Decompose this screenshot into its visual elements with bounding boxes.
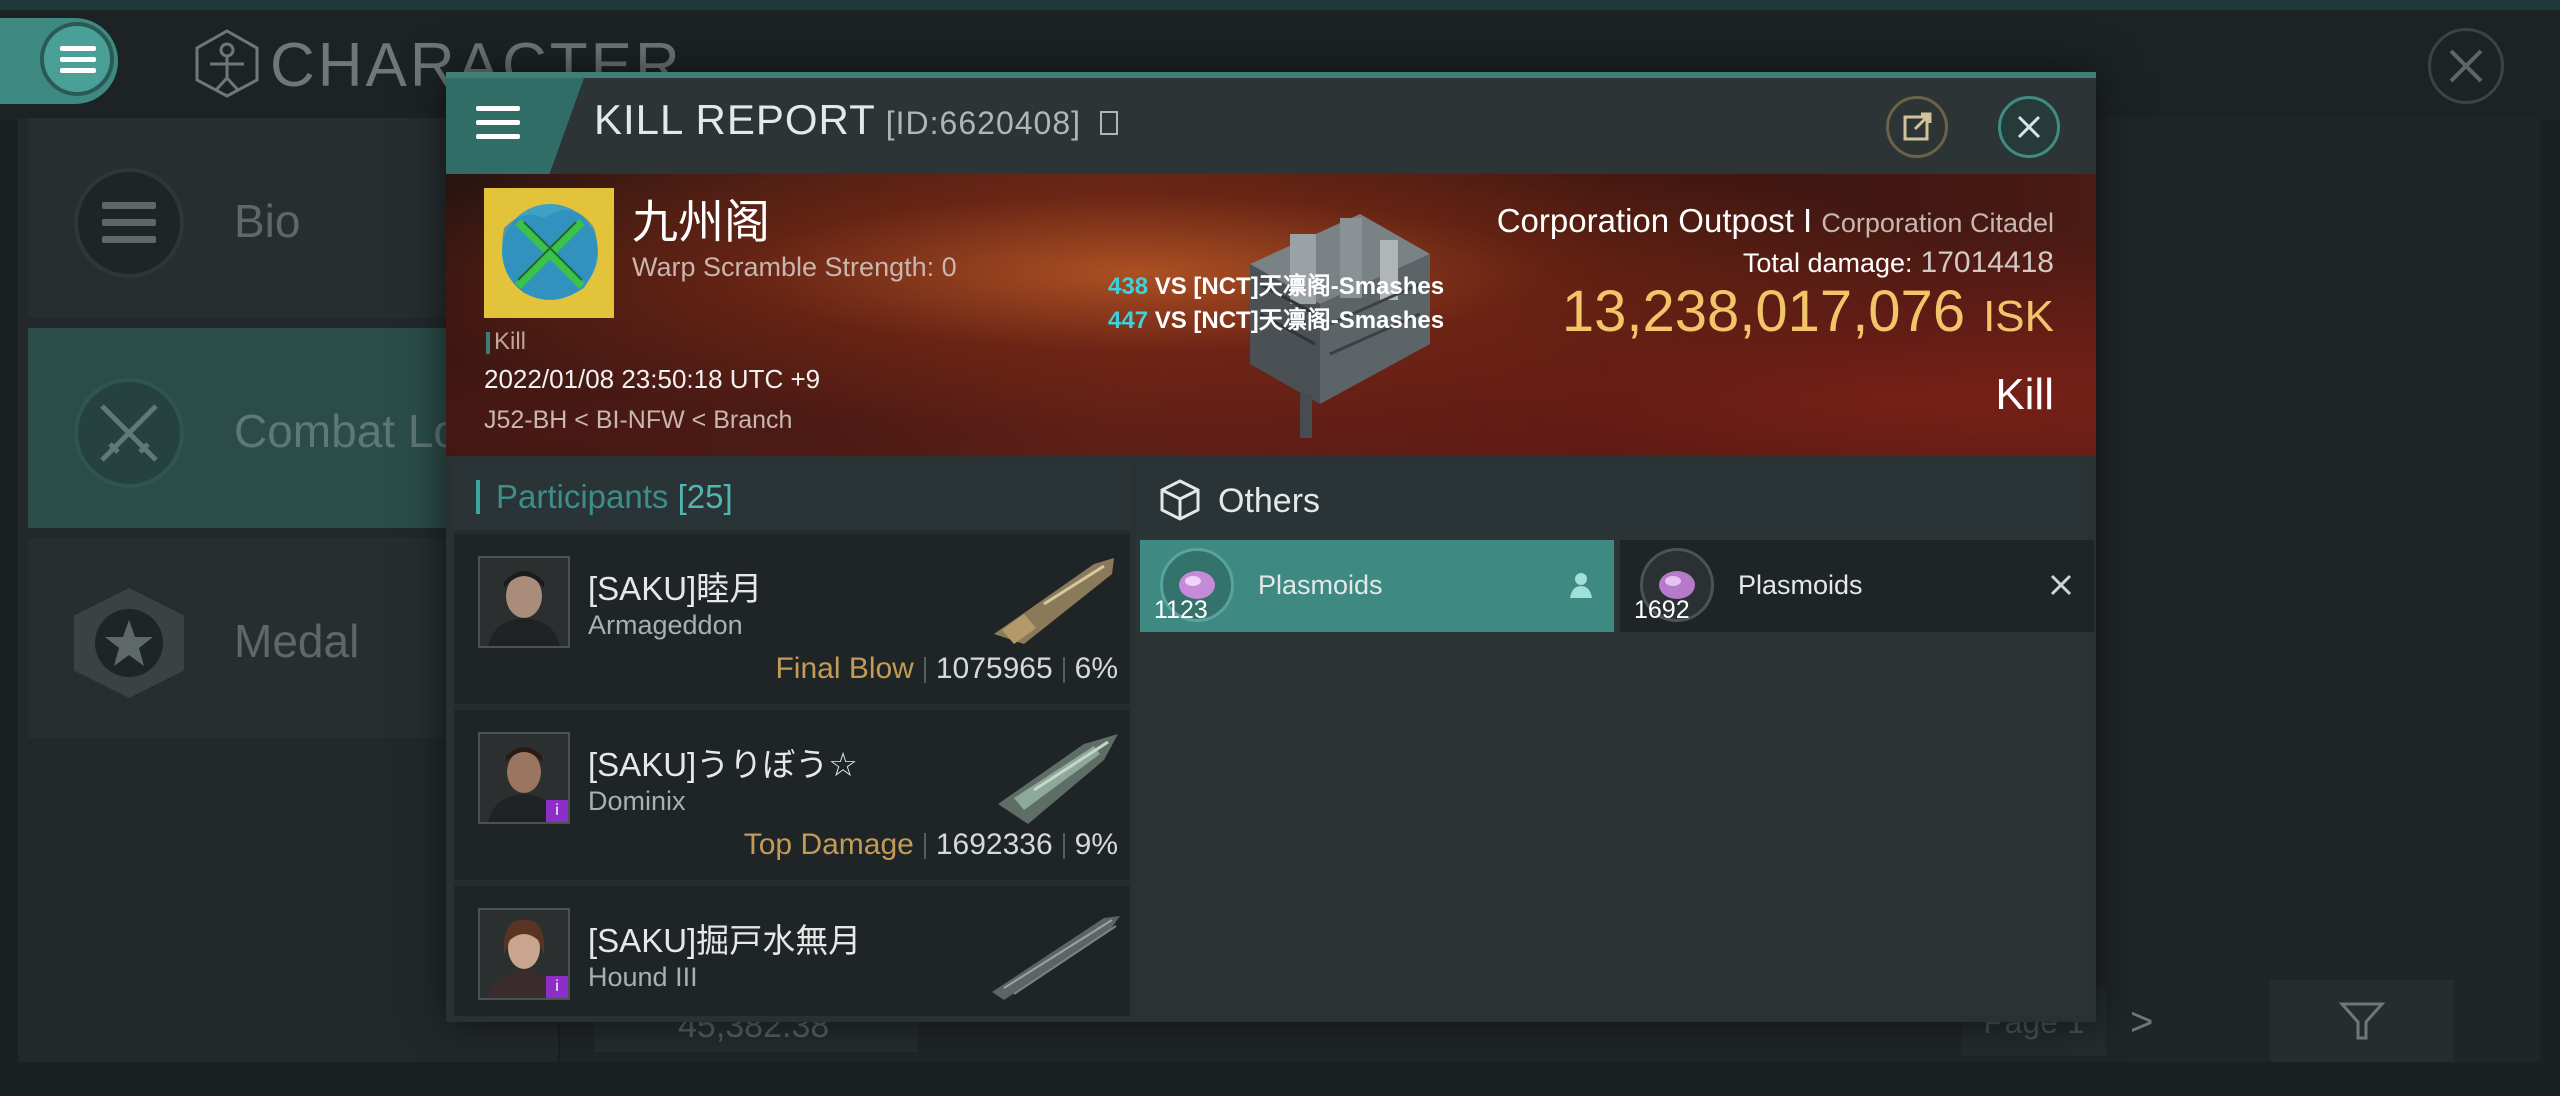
dialog-title: KILL REPORT [ID:6620408] [594,96,1118,144]
participant-damage: 1692336 [935,828,1053,861]
participant-percent: 6% [1074,652,1118,685]
total-damage-value: 17014418 [1920,246,2054,279]
cube-icon [1160,479,1200,521]
victim-corp-name: 九州阁 [632,196,770,248]
participant-row[interactable]: i [SAKU]掘戸水無月 Hound III [454,886,1130,1016]
participant-ship: Hound III [588,962,698,992]
dialog-title-text: KILL REPORT [594,96,876,143]
participants-header: Participants [25] [454,464,1130,530]
kill-report-dialog: KILL REPORT [ID:6620408] 九州阁 Warp Scramb… [446,72,2096,1022]
crossed-swords-icon [74,378,184,488]
close-icon[interactable] [2428,28,2504,104]
filter-icon [2338,1002,2386,1040]
participants-count: [25] [677,478,733,515]
others-header: Others [1136,464,2088,534]
others-label: Others [1218,482,1321,520]
loot-qty: 1123 [1154,596,1208,624]
victim-type-main: Corporation Outpost I [1496,202,1813,239]
versus-text: VS [NCT]天凛阁-Smashes [1154,273,1445,300]
sidebar-item-label: Medal [234,615,360,667]
filter-button[interactable] [2270,980,2454,1062]
others-panel: Others 1123 Plasmoids 1692 Plasmoids [1136,464,2094,1016]
total-damage-label: Total damage: [1742,248,1913,278]
participant-ship: Armageddon [588,610,743,640]
kill-banner: 九州阁 Warp Scramble Strength: 0 Kill 2022/… [446,174,2096,456]
participants-panel: Participants [25] [SAKU]睦月 Armageddon Fi… [454,464,1130,1016]
info-badge-icon: i [546,800,568,822]
avatar: i [478,908,570,1000]
loot-item[interactable]: 1123 Plasmoids [1140,540,1614,632]
menu-icon [40,22,114,96]
next-page-icon[interactable]: > [2130,1000,2153,1045]
close-icon [2017,115,2041,139]
copy-icon[interactable] [1099,110,1118,135]
versus-count: 447 [1108,307,1149,334]
participant-percent: 9% [1074,828,1118,861]
participant-damage: 1075965 [935,652,1053,685]
dialog-close-button[interactable] [1998,96,2060,158]
share-button[interactable] [1886,96,1948,158]
loot-item[interactable]: 1692 Plasmoids [1620,540,2094,632]
star-badge-icon [74,588,184,698]
dialog-menu-button[interactable] [446,78,584,174]
sidebar-item-label: Combat Lo [234,405,460,457]
participant-stats: Final Blow 1075965 6% [775,652,1118,686]
participant-tag: Top Damage [743,828,914,861]
person-icon[interactable] [1566,570,1596,600]
main-menu-button[interactable] [0,18,118,104]
isk-value: 13,238,017,076 ISK [1562,278,2054,345]
participant-stats: Top Damage 1692336 9% [744,828,1118,862]
participant-ship: Dominix [588,786,686,816]
kill-tag: Kill [486,328,526,356]
participant-name: [SAKU]睦月 [588,570,763,607]
participant-tag: Final Blow [775,652,914,685]
ship-image [994,558,1114,644]
avatar: i [478,732,570,824]
victim-type: Corporation Outpost I Corporation Citade… [1497,202,2054,240]
loot-name: Plasmoids [1738,570,1863,600]
info-badge-icon: i [546,976,568,998]
corp-logo [484,188,614,318]
top-strip [0,0,2560,10]
menu-icon [74,168,184,278]
participants-label: Participants [496,478,669,515]
sidebar-item-label: Bio [234,195,301,247]
dialog-header: KILL REPORT [ID:6620408] [446,78,2096,174]
share-icon [1903,112,1932,141]
isk-amount: 13,238,017,076 [1561,279,1966,344]
participant-row[interactable]: i [SAKU]うりぼう☆ Dominix Top Damage 1692336 9… [454,710,1130,880]
versus-line: 438 VS [NCT]天凛阁-Smashes [1108,266,1444,301]
kill-datetime: 2022/01/08 23:50:18 UTC +9 [484,364,821,394]
avatar [478,556,570,648]
ship-image [992,916,1120,1000]
total-damage: Total damage: 17014418 [1743,246,2054,280]
loot-qty: 1692 [1634,596,1690,624]
vitruvian-icon [195,29,259,98]
kill-result: Kill [1995,370,2054,419]
isk-unit: ISK [1983,292,2054,341]
versus-text: VS [NCT]天凛阁-Smashes [1154,307,1445,334]
participant-row[interactable]: [SAKU]睦月 Armageddon Final Blow 1075965 6% [454,534,1130,704]
participant-name: [SAKU]掘戸水無月 [588,922,862,959]
kill-location: J52-BH < BI-NFW < Branch [484,406,793,434]
kill-id: [ID:6620408] [885,105,1082,141]
kill-tag-label: Kill [494,328,527,355]
participant-name: [SAKU]うりぼう☆ [588,746,858,783]
versus-line: 447 VS [NCT]天凛阁-Smashes [1108,300,1444,335]
victim-type-sub: Corporation Citadel [1821,208,2054,238]
versus-count: 438 [1108,273,1149,300]
close-icon[interactable] [2046,570,2076,600]
loot-name: Plasmoids [1258,570,1383,600]
ship-image [998,734,1118,824]
warp-strength: Warp Scramble Strength: 0 [632,252,957,282]
